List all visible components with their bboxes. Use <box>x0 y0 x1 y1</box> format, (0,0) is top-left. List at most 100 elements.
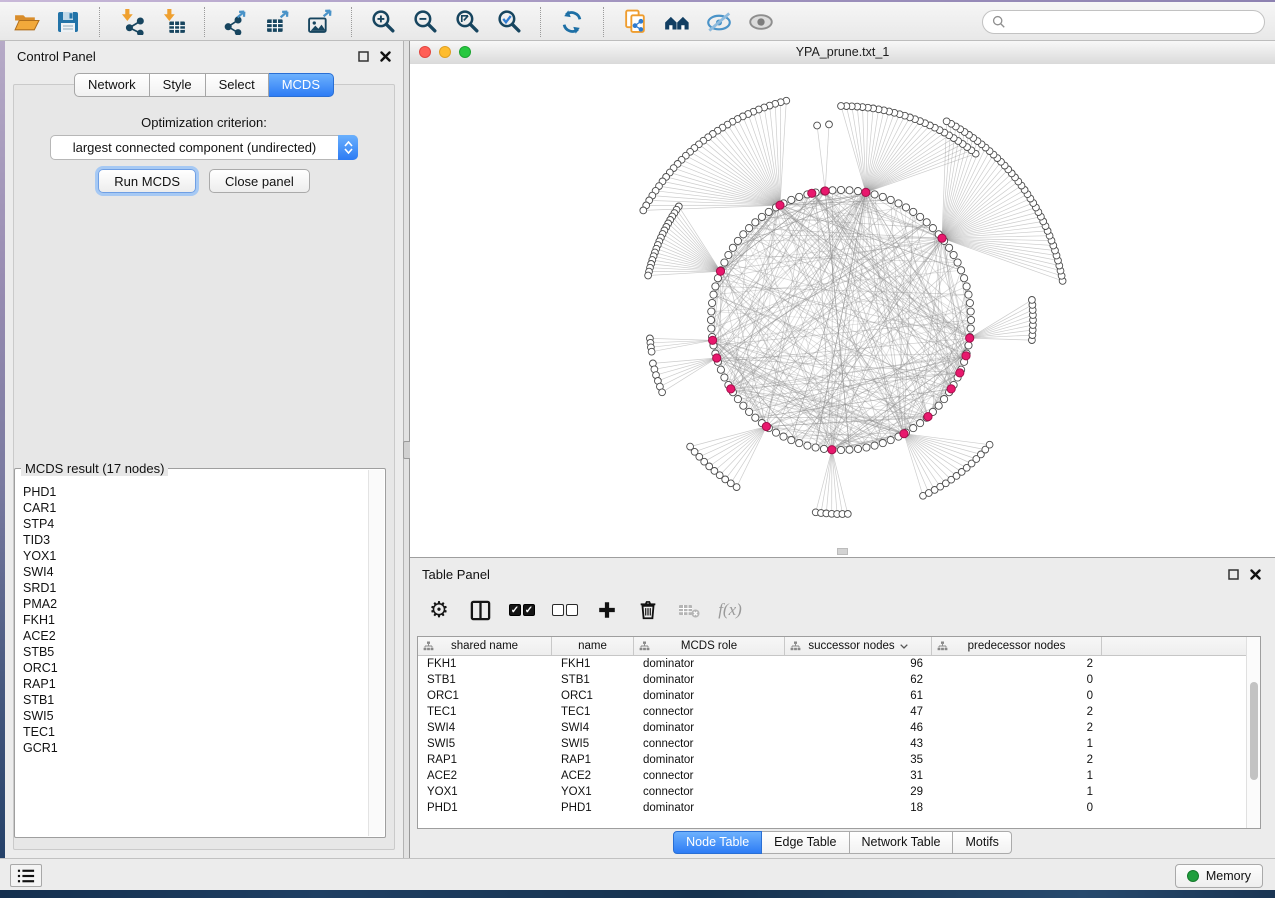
import-network-button[interactable] <box>113 6 149 38</box>
zoom-fit-button[interactable] <box>449 6 485 38</box>
table-row[interactable]: SWI5SWI5connector431 <box>418 736 1247 752</box>
network-canvas[interactable] <box>410 64 1275 557</box>
mcds-result-item[interactable]: STB1 <box>23 692 369 708</box>
tab-select[interactable]: Select <box>206 73 269 97</box>
table-row[interactable]: FKH1FKH1dominator962 <box>418 656 1247 672</box>
cell-successor-nodes[interactable]: 96 <box>785 658 932 670</box>
cell-name[interactable]: ORC1 <box>552 690 634 702</box>
tab-motifs[interactable]: Motifs <box>953 831 1011 854</box>
show-columns-button[interactable] <box>467 596 493 624</box>
task-history-button[interactable] <box>10 864 42 887</box>
cell-shared-name[interactable]: ACE2 <box>418 770 552 782</box>
table-scrollbar-thumb[interactable] <box>1250 682 1258 780</box>
cell-mcds-role[interactable]: dominator <box>634 722 785 734</box>
mcds-result-item[interactable]: ORC1 <box>23 660 369 676</box>
cell-shared-name[interactable]: PHD1 <box>418 802 552 814</box>
close-table-panel-icon[interactable] <box>1250 569 1261 580</box>
tab-network-table[interactable]: Network Table <box>850 831 954 854</box>
table-row[interactable]: SWI4SWI4dominator462 <box>418 720 1247 736</box>
cell-successor-nodes[interactable]: 35 <box>785 754 932 766</box>
table-scrollbar[interactable] <box>1246 637 1260 828</box>
cell-mcds-role[interactable]: connector <box>634 786 785 798</box>
cell-successor-nodes[interactable]: 46 <box>785 722 932 734</box>
zoom-selected-button[interactable] <box>491 6 527 38</box>
cell-predecessor-nodes[interactable]: 2 <box>932 706 1102 718</box>
mcds-result-item[interactable]: TEC1 <box>23 724 369 740</box>
export-image-button[interactable] <box>302 6 338 38</box>
column-header-mcds-role[interactable]: MCDS role <box>634 637 785 655</box>
mcds-result-item[interactable]: YOX1 <box>23 548 369 564</box>
cell-name[interactable]: YOX1 <box>552 786 634 798</box>
mcds-result-item[interactable]: STP4 <box>23 516 369 532</box>
network-window-titlebar[interactable]: YPA_prune.txt_1 <box>410 41 1275 65</box>
dropdown-stepper-icon[interactable] <box>338 135 358 160</box>
show-all-button[interactable] <box>743 6 779 38</box>
cell-mcds-role[interactable]: connector <box>634 706 785 718</box>
panel-splitter[interactable] <box>403 41 410 858</box>
cell-mcds-role[interactable]: dominator <box>634 802 785 814</box>
close-panel-icon[interactable] <box>380 51 391 62</box>
export-network-button[interactable] <box>218 6 254 38</box>
table-row[interactable]: STB1STB1dominator620 <box>418 672 1247 688</box>
mcds-result-item[interactable]: GCR1 <box>23 740 369 756</box>
mcds-result-item[interactable]: PMA2 <box>23 596 369 612</box>
cell-successor-nodes[interactable]: 43 <box>785 738 932 750</box>
cell-mcds-role[interactable]: dominator <box>634 754 785 766</box>
table-row[interactable]: YOX1YOX1connector291 <box>418 784 1247 800</box>
cell-predecessor-nodes[interactable]: 2 <box>932 658 1102 670</box>
cell-mcds-role[interactable]: dominator <box>634 690 785 702</box>
table-row[interactable]: ACE2ACE2connector311 <box>418 768 1247 784</box>
cell-mcds-role[interactable]: dominator <box>634 658 785 670</box>
cell-predecessor-nodes[interactable]: 1 <box>932 786 1102 798</box>
mcds-result-item[interactable]: RAP1 <box>23 676 369 692</box>
column-header-predecessor-nodes[interactable]: predecessor nodes <box>932 637 1102 655</box>
run-mcds-button[interactable]: Run MCDS <box>98 169 196 193</box>
mcds-result-item[interactable]: CAR1 <box>23 500 369 516</box>
cell-predecessor-nodes[interactable]: 0 <box>932 674 1102 686</box>
mcds-result-item[interactable]: STB5 <box>23 644 369 660</box>
cell-shared-name[interactable]: FKH1 <box>418 658 552 670</box>
select-all-button[interactable]: ✓ ✓ <box>508 596 536 624</box>
cell-mcds-role[interactable]: dominator <box>634 674 785 686</box>
cell-predecessor-nodes[interactable]: 2 <box>932 754 1102 766</box>
tab-network[interactable]: Network <box>74 73 150 97</box>
deselect-all-button[interactable] <box>551 596 579 624</box>
cell-shared-name[interactable]: YOX1 <box>418 786 552 798</box>
tab-style[interactable]: Style <box>150 73 206 97</box>
mcds-result-item[interactable]: SWI4 <box>23 564 369 580</box>
cell-name[interactable]: SWI5 <box>552 738 634 750</box>
table-row[interactable]: TEC1TEC1connector472 <box>418 704 1247 720</box>
canvas-grip[interactable] <box>837 548 848 555</box>
cell-predecessor-nodes[interactable]: 0 <box>932 690 1102 702</box>
mcds-result-item[interactable]: ACE2 <box>23 628 369 644</box>
zoom-out-button[interactable] <box>407 6 443 38</box>
cell-shared-name[interactable]: ORC1 <box>418 690 552 702</box>
new-network-from-selection-button[interactable] <box>617 6 653 38</box>
cell-name[interactable]: SWI4 <box>552 722 634 734</box>
cell-name[interactable]: STB1 <box>552 674 634 686</box>
cell-name[interactable]: ACE2 <box>552 770 634 782</box>
tab-edge-table[interactable]: Edge Table <box>762 831 849 854</box>
mcds-result-item[interactable]: FKH1 <box>23 612 369 628</box>
memory-button[interactable]: Memory <box>1175 864 1263 888</box>
cell-shared-name[interactable]: RAP1 <box>418 754 552 766</box>
cell-shared-name[interactable]: TEC1 <box>418 706 552 718</box>
cell-name[interactable]: RAP1 <box>552 754 634 766</box>
refresh-view-button[interactable] <box>554 6 590 38</box>
cell-shared-name[interactable]: SWI5 <box>418 738 552 750</box>
export-table-button[interactable] <box>260 6 296 38</box>
close-panel-button[interactable]: Close panel <box>209 169 310 193</box>
import-table-button[interactable] <box>155 6 191 38</box>
hide-selected-button[interactable] <box>701 6 737 38</box>
add-row-button[interactable] <box>594 596 620 624</box>
column-header-shared-name[interactable]: shared name <box>418 637 552 655</box>
mcds-result-item[interactable]: TID3 <box>23 532 369 548</box>
optimization-criterion-dropdown[interactable]: largest connected component (undirected) <box>50 135 358 160</box>
cell-mcds-role[interactable]: connector <box>634 738 785 750</box>
cell-mcds-role[interactable]: connector <box>634 770 785 782</box>
cell-shared-name[interactable]: SWI4 <box>418 722 552 734</box>
mcds-list-scrollbar[interactable] <box>368 470 384 836</box>
open-session-button[interactable] <box>8 6 44 38</box>
table-row[interactable]: ORC1ORC1dominator610 <box>418 688 1247 704</box>
cell-successor-nodes[interactable]: 62 <box>785 674 932 686</box>
